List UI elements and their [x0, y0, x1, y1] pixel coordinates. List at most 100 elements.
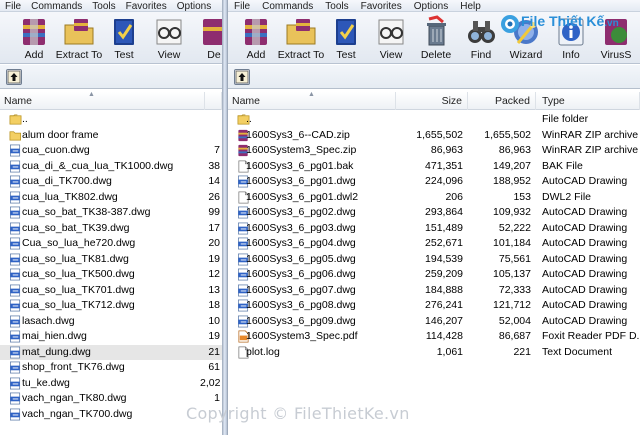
list-item[interactable]: 1600System3_Spec.zip 86,963 86,963 WinRAR Z…	[228, 143, 640, 159]
list-item[interactable]: alum door frame	[0, 128, 222, 144]
list-item[interactable]: mat_dung.dwg 21	[0, 344, 222, 360]
list-item[interactable]: cua_di_TK700.dwg 14	[0, 174, 222, 190]
file-name: cua_so_bat_TK39.dwg	[22, 221, 130, 234]
toolbar-add-button[interactable]: Add	[232, 14, 280, 62]
list-item[interactable]: .. File folder	[228, 112, 640, 128]
list-item[interactable]: 1600Sys3_6--CAD.zip 1,655,502 1,655,502 Win…	[228, 128, 640, 144]
list-item[interactable]: lasach.dwg 10	[0, 314, 222, 330]
menu-options[interactable]: Options	[408, 1, 454, 11]
column-packed-header[interactable]: Packed	[468, 92, 536, 110]
list-item[interactable]: 1600Sys3_6_pg09.dwg 146,207 52,004 AutoCAD …	[228, 314, 640, 330]
file-size: 99	[208, 206, 220, 218]
menu-tools[interactable]: Tools	[87, 1, 120, 11]
file-packed-size: 72,333	[498, 283, 531, 296]
file-type: AutoCAD Drawing	[542, 299, 628, 311]
menu-help[interactable]: Help	[454, 1, 487, 11]
toolbar-delete-button[interactable]: Delete	[412, 14, 460, 62]
list-item[interactable]: cua_lua_TK802.dwg 26	[0, 190, 222, 206]
toolbar-test-button[interactable]: Test	[322, 14, 370, 62]
up-folder-button[interactable]	[6, 69, 22, 85]
toolbar-add-button[interactable]: Add	[10, 14, 58, 62]
toolbar-view-button[interactable]: View	[145, 14, 193, 62]
list-item[interactable]: cua_so_bat_TK39.dwg 17	[0, 221, 222, 237]
menu-favorites[interactable]: Favorites	[121, 1, 172, 11]
toolbar-de-button[interactable]: De	[190, 14, 222, 62]
list-item[interactable]: cua_so_lua_TK500.dwg 12	[0, 267, 222, 283]
file-packed-size: 153	[513, 190, 531, 203]
file-size: 7	[214, 144, 220, 156]
list-item[interactable]: cua_so_bat_TK38-387.dwg 99	[0, 205, 222, 221]
column-name-header[interactable]: Name ▲	[228, 91, 396, 110]
column-type-header[interactable]: Type	[536, 92, 640, 110]
right-path-bar	[228, 65, 640, 89]
list-item[interactable]: 1600Sys3_6_pg04.dwg 252,671 101,184 AutoCAD…	[228, 236, 640, 252]
list-item[interactable]: cua_di_&_cua_lua_TK1000.dwg 38	[0, 159, 222, 175]
list-item[interactable]: cua_so_lua_TK81.dwg 19	[0, 252, 222, 268]
list-item[interactable]: 1600Sys3_6_pg01.bak 471,351 149,207 BAK Fil…	[228, 159, 640, 175]
toolbar-button-label: Add	[24, 49, 44, 61]
parent-folder-icon	[9, 114, 22, 125]
file-name: cua_so_lua_TK712.dwg	[22, 299, 135, 311]
file-size: 14	[208, 175, 220, 187]
list-item[interactable]: 1600Sys3_6_pg02.dwg 293,864 109,932 AutoCAD…	[228, 205, 640, 221]
list-item[interactable]: 1600Sys3_6_pg01.dwg 224,096 188,952 AutoCAD…	[228, 174, 640, 190]
menu-file[interactable]: File	[0, 1, 26, 11]
file-name: plot.log	[246, 345, 280, 358]
column-size-header[interactable]	[205, 92, 222, 110]
list-item[interactable]: 1600System3_Spec.pdf 114,428 86,687 Foxit R…	[228, 329, 640, 345]
toolbar-button-label: Extract To	[55, 49, 103, 61]
list-item[interactable]: 1600Sys3_6_pg05.dwg 194,539 75,561 AutoCAD …	[228, 252, 640, 268]
file-type: AutoCAD Drawing	[542, 252, 628, 265]
file-size: 86,963	[430, 144, 463, 156]
file-packed-size: 149,207	[493, 159, 531, 172]
file-name: 1600System3_Spec.zip	[246, 144, 357, 156]
toolbar-button-label: View	[379, 49, 403, 61]
up-folder-button[interactable]	[234, 69, 250, 85]
list-item[interactable]: cua_so_lua_TK701.dwg 13	[0, 283, 222, 299]
file-name: 1600System3_Spec.pdf	[246, 330, 358, 342]
list-item[interactable]: Cua_so_lua_he720.dwg 20	[0, 236, 222, 252]
toolbar-find-button[interactable]: Find	[457, 14, 505, 62]
file-name: Cua_so_lua_he720.dwg	[22, 237, 136, 249]
toolbar-button-label: Extract To	[277, 49, 325, 61]
list-item[interactable]: ..	[0, 112, 222, 128]
menu-file[interactable]: File	[228, 1, 256, 11]
list-item[interactable]: tu_ke.dwg 2,02	[0, 376, 222, 392]
list-item[interactable]: plot.log 1,061 221 Text Document	[228, 345, 640, 361]
list-item[interactable]: shop_front_TK76.dwg 61	[0, 360, 222, 376]
menu-commands[interactable]: Commands	[26, 1, 87, 11]
file-size: 293,864	[425, 206, 463, 218]
menu-tools[interactable]: Tools	[319, 1, 354, 11]
file-packed-size: 52,004	[498, 314, 531, 327]
list-item[interactable]: cua_cuon.dwg 7	[0, 143, 222, 159]
toolbar-extract-to-button[interactable]: Extract To	[55, 14, 103, 62]
list-item[interactable]: mai_hien.dwg 19	[0, 329, 222, 345]
file-name: 1600Sys3_6_pg06.dwg	[246, 268, 356, 280]
list-item[interactable]: 1600Sys3_6_pg08.dwg 276,241 121,712 AutoCAD…	[228, 298, 640, 314]
file-name: cua_di_TK700.dwg	[22, 175, 112, 187]
dwg-file-icon	[10, 361, 21, 374]
menu-options[interactable]: Options	[172, 1, 216, 11]
list-item[interactable]: 1600Sys3_6_pg03.dwg 151,489 52,222 AutoCAD …	[228, 221, 640, 237]
toolbar-button-label: Find	[470, 49, 492, 61]
file-size: 224,096	[425, 175, 463, 187]
toolbar-button-label: View	[157, 49, 181, 61]
toolbar-view-button[interactable]: View	[367, 14, 415, 62]
test-book-icon	[336, 19, 356, 45]
file-name: cua_so_lua_TK81.dwg	[22, 252, 129, 265]
menu-favorites[interactable]: Favorites	[355, 1, 408, 11]
list-item[interactable]: 1600Sys3_6_pg01.dwl2 206 153 DWL2 File	[228, 190, 640, 206]
column-name-header[interactable]: Name ▲	[0, 91, 205, 110]
list-item[interactable]: 1600Sys3_6_pg07.dwg 184,888 72,333 AutoCAD …	[228, 283, 640, 299]
toolbar-test-button[interactable]: Test	[100, 14, 148, 62]
dwg-file-icon	[10, 206, 21, 219]
toolbar-extract-to-button[interactable]: Extract To	[277, 14, 325, 62]
menu-commands[interactable]: Commands	[256, 1, 319, 11]
file-size	[396, 112, 463, 128]
list-item[interactable]: 1600Sys3_6_pg06.dwg 259,209 105,137 AutoCAD…	[228, 267, 640, 283]
dwg-file-icon	[10, 315, 21, 327]
list-item[interactable]: cua_so_lua_TK712.dwg 18	[0, 298, 222, 314]
file-packed-size: 101,184	[493, 237, 531, 249]
copyright-watermark: Copyright © FileThietKe.vn	[186, 404, 410, 423]
column-size-header[interactable]: Size	[396, 92, 468, 110]
